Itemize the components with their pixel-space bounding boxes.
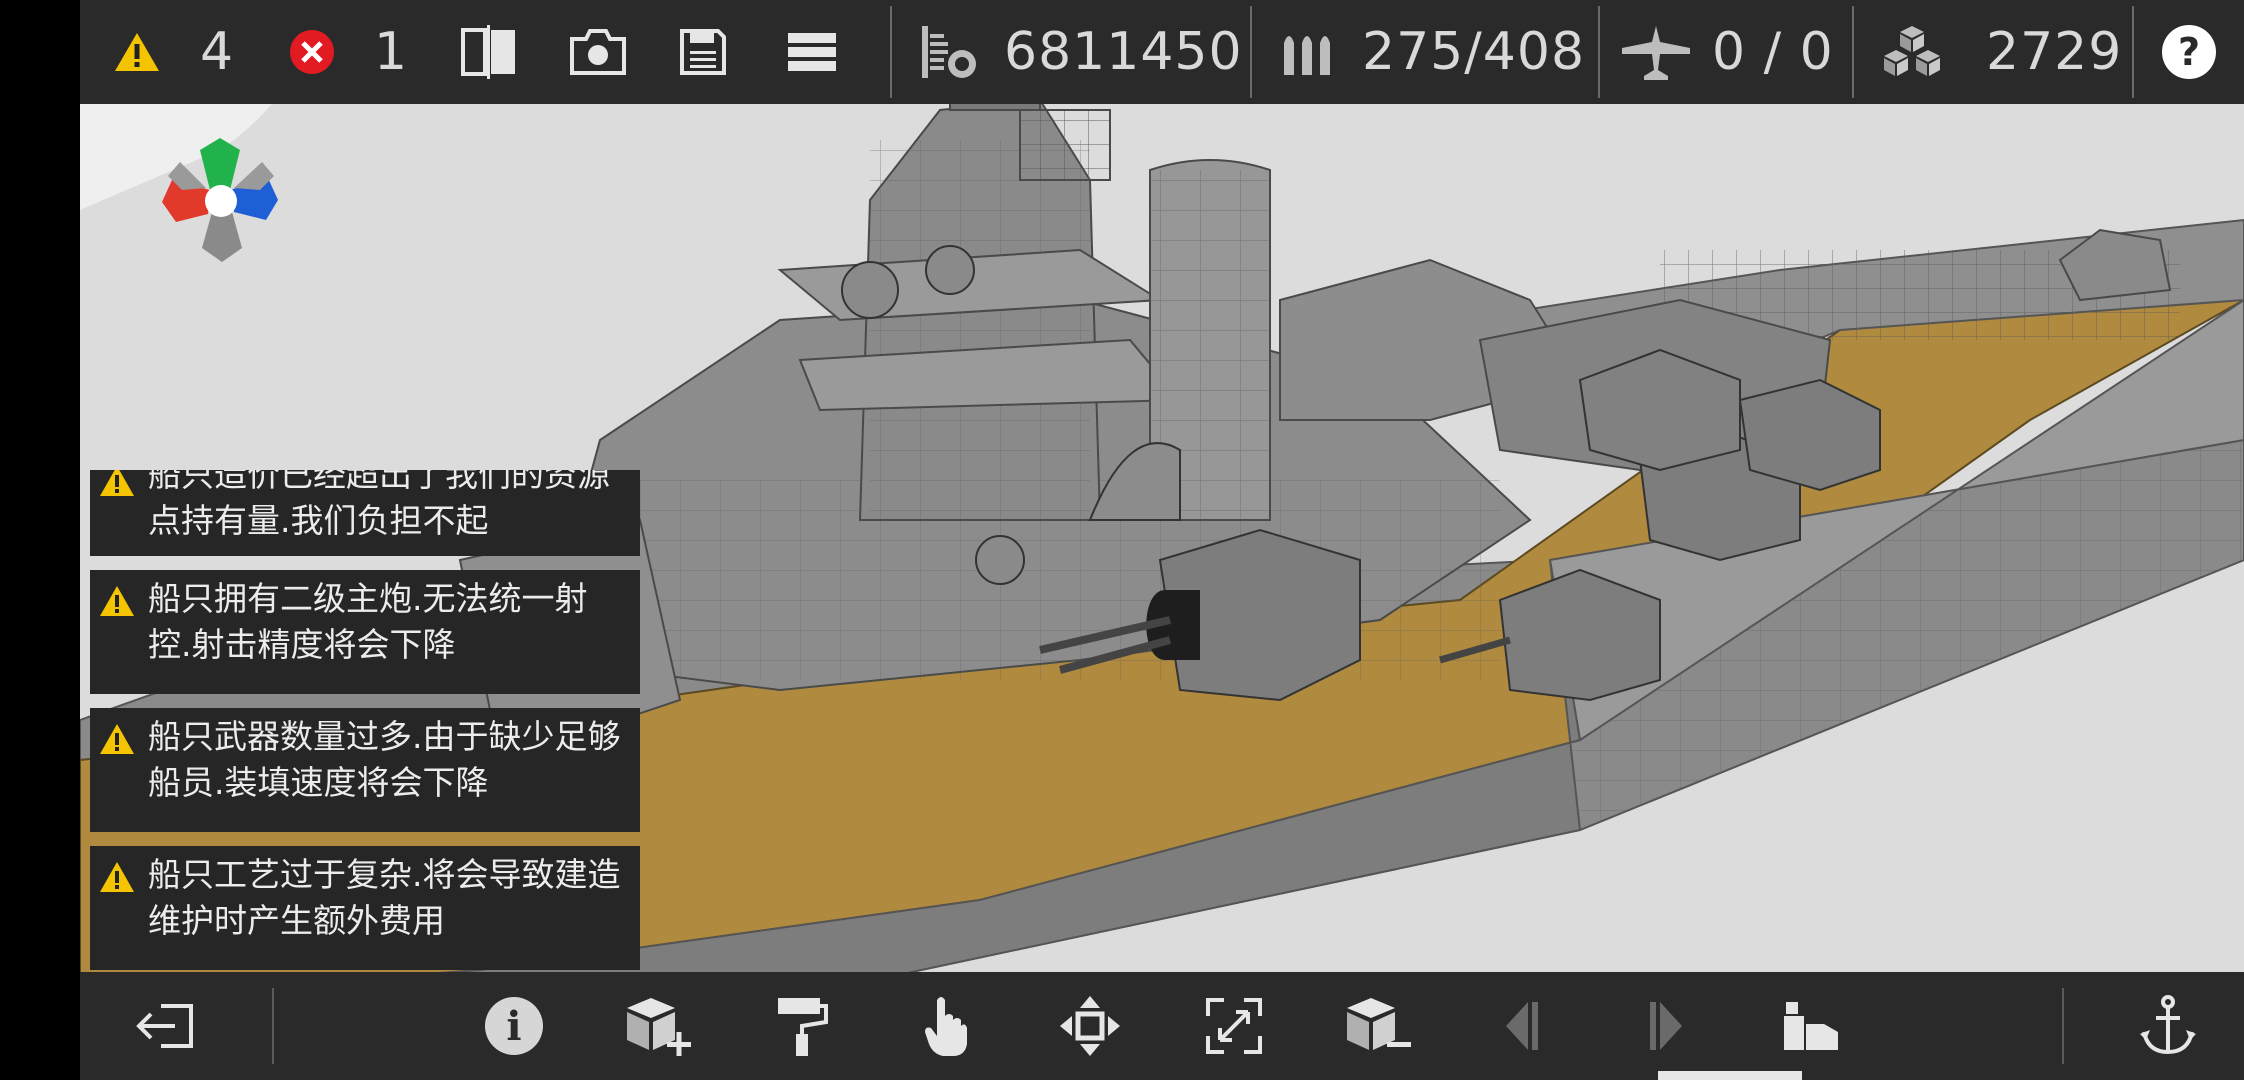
cost-display: 6811450 (920, 0, 1243, 104)
camera-icon (570, 29, 626, 75)
resources-value: 2729 (1986, 22, 2123, 82)
next-icon (1650, 1002, 1682, 1050)
prev-icon (1506, 1002, 1538, 1050)
move-icon (1060, 996, 1120, 1056)
add-part-icon (627, 998, 691, 1056)
warning-count: 4 (200, 22, 235, 82)
warning-icon (100, 862, 134, 892)
divider (1852, 6, 1854, 98)
menu-button[interactable] (786, 0, 838, 104)
remove-part-icon (1347, 998, 1411, 1050)
help-icon: ? (2162, 25, 2216, 79)
previous-button[interactable] (1472, 972, 1572, 1080)
anchor-icon (2140, 995, 2196, 1055)
axis-gizmo-icon[interactable] (150, 130, 290, 270)
info-button[interactable]: i (464, 972, 564, 1080)
ship-parts-icon (1784, 1002, 1838, 1050)
error-count: 1 (374, 22, 409, 82)
add-part-button[interactable] (608, 972, 708, 1080)
aircraft-icon (1622, 26, 1690, 80)
info-icon: i (485, 997, 543, 1055)
active-tab-indicator (1658, 1071, 1802, 1080)
warning-icon (115, 33, 159, 71)
screenshot-button[interactable] (568, 0, 628, 104)
ammo-display: 275/408 (1280, 0, 1585, 104)
warning-message-1: 船只造价已经超出了我们的资源点持有量.我们负担不起 (90, 470, 640, 556)
divider (1598, 6, 1600, 98)
ammo-value: 275/408 (1362, 22, 1586, 82)
divider (272, 988, 274, 1064)
paint-button[interactable] (752, 972, 852, 1080)
warning-message-4: 船只工艺过于复杂.将会导致建造维护时产生额外费用 (90, 846, 640, 970)
warning-text: 船只工艺过于复杂.将会导致建造维护时产生额外费用 (148, 855, 621, 940)
aircraft-value: 0 / 0 (1712, 22, 1834, 82)
save-button[interactable] (678, 0, 728, 104)
warning-text: 船只拥有二级主炮.无法统一射控.射击精度将会下降 (148, 579, 588, 664)
info-label: i (506, 1002, 522, 1050)
divider (2062, 988, 2064, 1064)
exit-button[interactable] (116, 972, 216, 1080)
next-button[interactable] (1616, 972, 1716, 1080)
remove-part-button[interactable] (1328, 972, 1428, 1080)
ammo-icon (1284, 36, 1330, 75)
warning-message-2: 船只拥有二级主炮.无法统一射控.射击精度将会下降 (90, 570, 640, 694)
save-icon (680, 29, 726, 75)
aircraft-display: 0 / 0 (1620, 0, 1834, 104)
scale-button[interactable] (1184, 972, 1284, 1080)
warning-text: 船只武器数量过多.由于缺少足够船员.装填速度将会下降 (148, 717, 621, 802)
resources-icon (1884, 26, 1940, 76)
divider (2132, 6, 2134, 98)
cost-value: 6811450 (1004, 22, 1243, 82)
top-status-bar: 4 1 6811450 275/408 0 / 0 2729 ? (80, 0, 2244, 104)
anchor-button[interactable] (2118, 972, 2218, 1080)
menu-icon (788, 33, 836, 71)
error-counter[interactable]: 1 (288, 0, 408, 104)
warning-text: 船只造价已经超出了我们的资源点持有量.我们负担不起 (148, 470, 610, 540)
select-button[interactable] (896, 972, 996, 1080)
help-button[interactable]: ? (2162, 0, 2216, 104)
divider (1250, 6, 1252, 98)
split-view-button[interactable] (460, 0, 518, 104)
warning-icon (100, 724, 134, 754)
divider (890, 6, 892, 98)
warning-counter[interactable]: 4 (112, 0, 234, 104)
warning-message-3: 船只武器数量过多.由于缺少足够船员.装填速度将会下降 (90, 708, 640, 832)
resources-display: 2729 (1880, 0, 2122, 104)
scale-icon (1206, 998, 1262, 1054)
exit-icon (136, 1004, 193, 1048)
paint-roller-icon (778, 998, 828, 1056)
move-button[interactable] (1040, 972, 1140, 1080)
ship-parts-button[interactable] (1760, 972, 1860, 1080)
cost-icon (922, 26, 976, 78)
touch-icon (925, 997, 967, 1056)
warning-icon (100, 470, 134, 496)
left-black-strip (0, 0, 80, 1080)
3d-viewport[interactable]: 船只造价已经超出了我们的资源点持有量.我们负担不起 船只拥有二级主炮.无法统一射… (80, 0, 2244, 1080)
split-view-icon (461, 25, 515, 79)
warning-icon (100, 586, 134, 616)
help-label: ? (2177, 30, 2201, 74)
error-icon (290, 30, 334, 74)
bottom-toolbar: i (80, 972, 2244, 1080)
